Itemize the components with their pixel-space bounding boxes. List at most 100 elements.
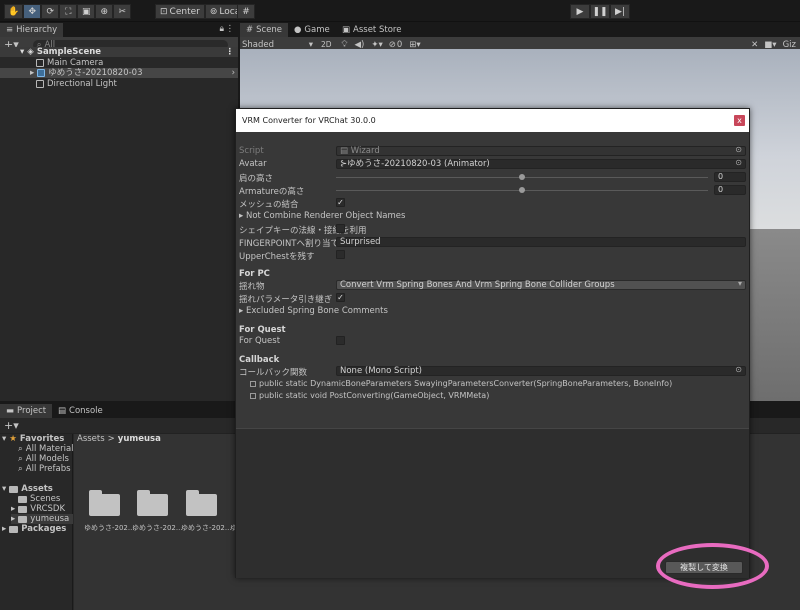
script-label: Script xyxy=(239,146,264,156)
scene-tab-label: Scene xyxy=(256,25,283,35)
favorite-item[interactable]: ⌕ All Materials xyxy=(18,444,78,454)
sway-param-label: 揺れパラメータ引き継ぎ xyxy=(239,295,333,305)
breadcrumb-current[interactable]: yumeusa xyxy=(118,434,161,444)
scale-tool-icon[interactable]: ⛶ xyxy=(59,4,78,19)
toggle-2d-button[interactable]: 2D xyxy=(321,40,332,49)
effects-icon[interactable]: ✦▾ xyxy=(371,40,382,50)
object-picker-icon[interactable]: ⊙ xyxy=(735,366,742,374)
folder-icon: ▬ xyxy=(6,406,15,416)
folder-icon xyxy=(18,505,28,513)
scene-grid-icon: # xyxy=(246,25,254,35)
camera-icon[interactable]: ■▾ xyxy=(764,40,776,50)
asset-folder-label: Scenes xyxy=(30,494,61,504)
hierarchy-item[interactable]: Main Camera xyxy=(0,58,238,68)
project-folder-tree: ▾ ★ Favorites ⌕ All Materials ⌕ All Mode… xyxy=(0,434,78,610)
sway-param-checkbox[interactable]: ✓ xyxy=(336,293,345,302)
lock-icon[interactable]: 🔒︎ xyxy=(219,24,224,34)
avatar-field[interactable]: ⊱ゆめうさ-20210820-03 (Animator) ⊙ xyxy=(336,159,746,169)
folder-icon xyxy=(9,525,19,533)
grid-snap-icon[interactable]: # xyxy=(237,4,255,19)
expand-arrow-icon: ▾ xyxy=(20,47,25,57)
not-combine-foldout[interactable]: ▸ Not Combine Renderer Object Names xyxy=(239,211,405,221)
blendshape-normals-checkbox[interactable] xyxy=(336,224,345,233)
hierarchy-item[interactable]: Directional Light xyxy=(0,79,238,89)
excluded-spring-bone-foldout[interactable]: ▸ Excluded Spring Bone Comments xyxy=(239,306,388,316)
asset-folder-label: yumeusa xyxy=(30,514,70,524)
sway-dropdown[interactable]: Convert Vrm Spring Bones And Vrm Spring … xyxy=(336,280,746,290)
callback-signature-text: public static DynamicBoneParameters Sway… xyxy=(259,379,673,388)
fingerpoint-input[interactable]: Surprised xyxy=(336,237,746,247)
gizmos-dropdown[interactable]: Giz xyxy=(783,40,796,50)
expand-arrow-icon: ▸ xyxy=(11,514,16,524)
tab-project[interactable]: ▬ Project xyxy=(0,404,53,418)
favorite-item[interactable]: ⌕ All Prefabs xyxy=(18,464,71,474)
shoulder-height-input[interactable]: 0 xyxy=(714,172,746,182)
grid-toggle-icon[interactable]: ⊞▾ xyxy=(409,40,420,50)
search-icon: ⌕ xyxy=(18,454,23,464)
pause-icon[interactable]: ❚❚ xyxy=(590,4,610,19)
scene-menu-icon[interactable]: ⋮ xyxy=(226,47,235,57)
object-picker-icon[interactable]: ⊙ xyxy=(735,159,742,167)
hand-tool-icon[interactable]: ✋ xyxy=(4,4,24,19)
asset-folder-thumbnail[interactable] xyxy=(137,490,168,516)
search-icon: ⌕ xyxy=(18,464,23,474)
favorites-row[interactable]: ▾ ★ Favorites xyxy=(2,434,64,444)
folder-body xyxy=(137,494,168,516)
dialog-title-bar[interactable]: VRM Converter for VRChat 30.0.0 x xyxy=(236,109,749,132)
expand-arrow-icon: ▸ xyxy=(11,504,16,514)
asset-item-label: ゆめうさ-202... xyxy=(132,524,183,532)
sway-label: 揺れ物 xyxy=(239,282,265,292)
mesh-merge-checkbox[interactable]: ✓ xyxy=(336,198,345,207)
tab-console[interactable]: ▤ Console xyxy=(52,404,109,418)
breadcrumb-root[interactable]: Assets xyxy=(77,434,105,444)
upperchest-checkbox[interactable] xyxy=(336,250,345,259)
hierarchy-tabbar: ≡ Hierarchy 🔒︎ ⋮ xyxy=(0,23,238,37)
slider-handle[interactable] xyxy=(519,174,525,180)
tools-icon[interactable]: ✕ xyxy=(751,40,758,50)
tab-asset-store[interactable]: ▣ Asset Store xyxy=(336,23,407,37)
favorite-item-label: All Prefabs xyxy=(25,464,71,474)
tab-hierarchy[interactable]: ≡ Hierarchy xyxy=(0,23,64,37)
hierarchy-item-selected[interactable]: ▸ ゆめうさ-20210820-03 › xyxy=(0,68,238,78)
tab-game[interactable]: ● Game xyxy=(288,23,336,37)
lighting-icon[interactable]: 💡︎ xyxy=(342,40,348,50)
expand-arrow-icon: ▸ xyxy=(2,524,7,534)
for-quest-checkbox[interactable] xyxy=(336,336,345,345)
chevron-right-icon[interactable]: › xyxy=(232,68,235,78)
packages-row[interactable]: ▸ Packages xyxy=(2,524,66,534)
rect-tool-icon[interactable]: ▣ xyxy=(77,4,96,19)
pivot-center-button[interactable]: ⊡ Center xyxy=(155,4,205,19)
panel-menu-icon[interactable]: ⋮ xyxy=(226,24,235,34)
play-icon[interactable]: ▶ xyxy=(570,4,590,19)
close-button[interactable]: x xyxy=(734,115,745,126)
pivot-center-label: Center xyxy=(169,6,200,17)
step-icon[interactable]: ▶| xyxy=(610,4,630,19)
callback-signature: public static void PostConverting(GameOb… xyxy=(250,391,489,400)
assets-row[interactable]: ▾ Assets xyxy=(2,484,53,494)
transform-tool-icon[interactable]: ⊕ xyxy=(95,4,114,19)
favorite-item-label: All Models xyxy=(25,454,69,464)
asset-folder-item-selected[interactable]: ▸ yumeusa xyxy=(11,514,73,524)
asset-folder-thumbnail[interactable] xyxy=(89,490,120,516)
create-plus-icon[interactable]: +▾ xyxy=(4,419,19,432)
audio-icon[interactable]: ◀) xyxy=(355,40,365,50)
slider-handle[interactable] xyxy=(519,187,525,193)
custom-tool-icon[interactable]: ✂ xyxy=(113,4,132,19)
chevron-down-icon: ▾ xyxy=(737,279,742,288)
play-controls: ▶ ❚❚ ▶| xyxy=(570,4,630,19)
star-icon: ★ xyxy=(9,434,17,444)
callback-field[interactable]: None (Mono Script) ⊙ xyxy=(336,366,746,376)
tab-scene[interactable]: # Scene xyxy=(240,23,289,37)
asset-folder-thumbnail[interactable] xyxy=(186,490,217,516)
asset-folder-item[interactable]: ▸ VRCSDK xyxy=(11,504,65,514)
breadcrumb: Assets > yumeusa xyxy=(77,433,161,444)
prefab-icon xyxy=(37,69,46,77)
asset-folder-item[interactable]: Scenes xyxy=(18,494,60,504)
hidden-objects-icon[interactable]: ⊘ xyxy=(389,40,396,50)
move-tool-icon[interactable]: ✥ xyxy=(23,4,42,19)
upperchest-label: UpperChestを残す xyxy=(239,252,315,262)
rotate-tool-icon[interactable]: ⟳ xyxy=(41,4,60,19)
scene-row[interactable]: ▾ ◈ SampleScene ⋮ xyxy=(0,47,238,57)
favorite-item[interactable]: ⌕ All Models xyxy=(18,454,69,464)
armature-height-input[interactable]: 0 xyxy=(714,185,746,195)
